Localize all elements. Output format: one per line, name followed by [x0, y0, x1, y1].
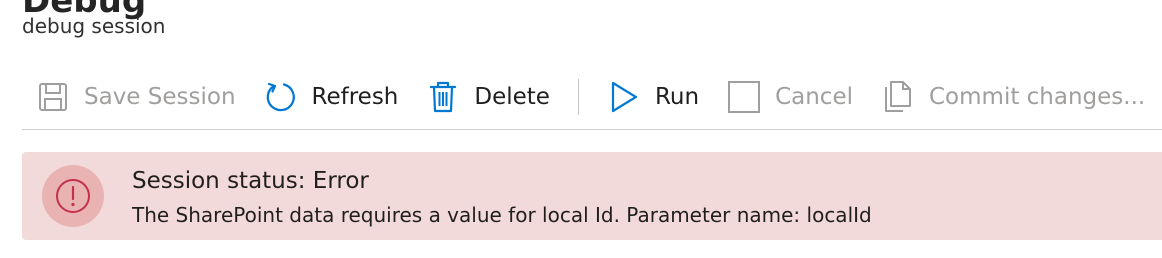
session-status-title: Session status: Error: [132, 168, 369, 194]
error-message-bar: Session status: Error The SharePoint dat…: [22, 152, 1162, 240]
refresh-button[interactable]: Refresh: [250, 70, 413, 124]
cancel-button[interactable]: Cancel: [713, 70, 867, 124]
session-status-message: The SharePoint data requires a value for…: [132, 203, 872, 227]
play-icon: [607, 80, 641, 114]
save-session-label: Save Session: [84, 84, 236, 110]
delete-label: Delete: [474, 84, 550, 110]
run-button[interactable]: Run: [593, 70, 713, 124]
error-icon: [56, 179, 90, 213]
save-icon: [36, 80, 70, 114]
trash-icon: [426, 80, 460, 114]
toolbar-bottom-divider: [22, 129, 1162, 130]
delete-button[interactable]: Delete: [412, 70, 564, 124]
commit-changes-label: Commit changes...: [929, 84, 1146, 110]
stop-icon: [727, 80, 761, 114]
save-session-button[interactable]: Save Session: [22, 70, 250, 124]
commit-changes-button[interactable]: Commit changes...: [867, 70, 1159, 124]
refresh-icon: [264, 80, 298, 114]
cancel-label: Cancel: [775, 84, 853, 110]
copy-icon: [881, 80, 915, 114]
debug-session-panel: Debug debug session Save Session Refresh: [0, 0, 1162, 258]
run-label: Run: [654, 84, 700, 110]
page-subtitle: debug session: [22, 14, 166, 38]
refresh-label: Refresh: [311, 84, 399, 110]
command-toolbar: Save Session Refresh Delete Run Cancel C…: [22, 70, 1159, 124]
toolbar-divider: [577, 79, 579, 115]
error-icon-badge: [42, 165, 104, 227]
